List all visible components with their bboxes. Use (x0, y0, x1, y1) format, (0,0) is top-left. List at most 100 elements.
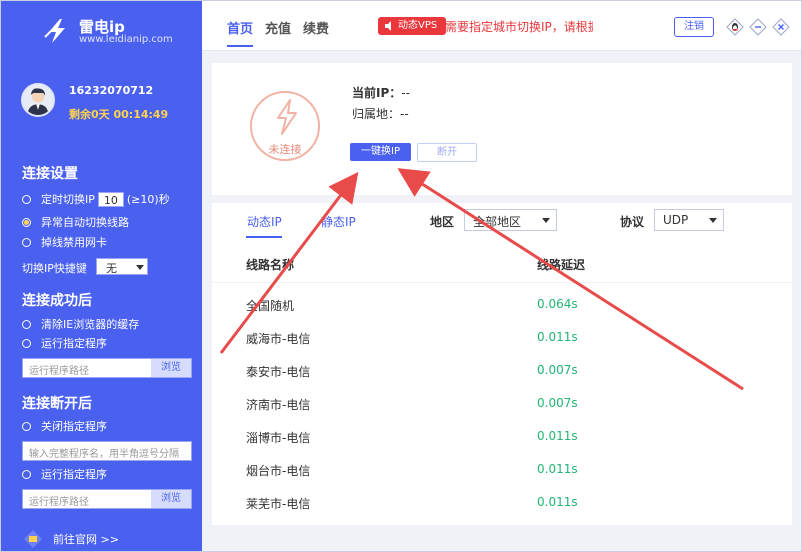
location-row: 归属地：-- (352, 105, 409, 122)
line-latency: 0.011s (537, 495, 578, 509)
program-path-field[interactable]: 运行程序路径 浏览 (22, 358, 192, 378)
line-latency: 0.011s (537, 330, 578, 344)
remaining-time: 剩余0天 00:14:49 (69, 108, 169, 121)
chevron-down-icon (136, 265, 144, 270)
close-program-label: 关闭指定程序 (41, 420, 107, 433)
list-item[interactable]: 淄博市-电信 0.011s (212, 420, 792, 453)
list-item[interactable]: 泰安市-电信 0.007s (212, 354, 792, 387)
region-label: 地区 (430, 215, 455, 229)
list-item[interactable]: 济南市-电信 0.007s (212, 387, 792, 420)
close-program-input[interactable]: 输入完整程序名，用半角逗号分隔 (22, 441, 192, 461)
current-ip-row: 当前IP：-- (352, 84, 410, 101)
line-latency: 0.064s (537, 297, 578, 311)
avatar[interactable] (21, 83, 55, 117)
vps-badge[interactable]: 动态VPS (378, 17, 446, 35)
line-name: 淄博市-电信 (246, 431, 311, 445)
line-latency: 0.011s (537, 429, 578, 443)
region-value: 全部地区 (473, 215, 522, 229)
close-program-option[interactable]: 关闭指定程序 (22, 418, 107, 434)
disable-nic-radio[interactable] (22, 237, 31, 247)
tab-dynamic-ip[interactable]: 动态IP (247, 213, 282, 230)
program-path-placeholder: 运行程序路径 (29, 366, 89, 377)
timed-switch-radio[interactable] (22, 194, 31, 204)
list-item[interactable]: 烟台市-电信 0.011s (212, 453, 792, 486)
timed-switch-prefix: 定时切换IP (41, 193, 95, 206)
status-label: 未连接 (268, 143, 302, 156)
protocol-label: 协议 (620, 215, 645, 229)
run-program-radio[interactable] (22, 338, 31, 348)
location-label: 归属地： (352, 107, 401, 121)
disconnect-button[interactable]: 断开 (417, 143, 477, 162)
tab-renew[interactable]: 续费 (303, 18, 329, 37)
header-latency: 线路延迟 (537, 258, 586, 272)
protocol-select[interactable]: UDP (654, 209, 724, 231)
line-name: 全国随机 (246, 299, 295, 313)
sidebar: 雷电ip www.leidianip.com 16232070712 剩余0天 … (1, 1, 202, 551)
auto-switch-radio[interactable] (22, 217, 31, 227)
vps-badge-label: 动态VPS (398, 20, 438, 31)
after-disconnect-title: 连接断开后 (22, 396, 92, 412)
minimize-icon[interactable] (749, 18, 767, 36)
active-list-tab-indicator (246, 236, 282, 238)
run-program-radio-2[interactable] (22, 469, 31, 479)
current-ip-label: 当前IP： (352, 86, 402, 100)
clear-cache-option[interactable]: 清除IE浏览器的缓存 (22, 316, 139, 332)
location-value: -- (400, 107, 409, 121)
user-avatar-icon (23, 85, 53, 115)
tab-static-ip[interactable]: 静态IP (321, 213, 356, 230)
run-program-option-2[interactable]: 运行指定程序 (22, 466, 107, 482)
user-card: 16232070712 剩余0天 00:14:49 (19, 81, 199, 125)
lightning-logo-icon (44, 19, 65, 43)
active-tab-indicator (227, 45, 253, 47)
line-name: 莱芜市-电信 (246, 497, 311, 511)
timed-switch-suffix: (≥10)秒 (126, 193, 170, 206)
tab-home[interactable]: 首页 (227, 18, 253, 37)
current-ip-value: -- (401, 86, 410, 100)
auto-switch-option[interactable]: 异常自动切换线路 (22, 214, 129, 230)
disable-nic-option[interactable]: 掉线禁用网卡 (22, 234, 107, 250)
browse-button[interactable]: 浏览 (151, 359, 191, 377)
hotkey-label: 切换IP快捷键 (22, 262, 87, 275)
close-program-radio[interactable] (22, 421, 31, 431)
clear-cache-label: 清除IE浏览器的缓存 (41, 318, 140, 331)
chevron-down-icon (709, 218, 717, 223)
clear-cache-radio[interactable] (22, 319, 31, 329)
line-name: 烟台市-电信 (246, 464, 311, 478)
app-url: www.leidianip.com (79, 34, 173, 45)
main-content: 未连接 当前IP：-- 归属地：-- 一键换IP 断开 动态IP 静态IP 地区… (202, 51, 801, 551)
connect-settings-title: 连接设置 (22, 166, 78, 182)
connection-status: 未连接 (250, 91, 320, 161)
header-line-name: 线路名称 (246, 258, 295, 272)
run-program-option[interactable]: 运行指定程序 (22, 335, 107, 351)
list-item[interactable]: 全国随机 0.064s (212, 288, 792, 321)
line-name: 济南市-电信 (246, 398, 311, 412)
list-item[interactable]: 威海市-电信 0.011s (212, 321, 792, 354)
region-select[interactable]: 全部地区 (464, 209, 557, 231)
qq-service-icon[interactable] (726, 18, 744, 36)
close-icon[interactable] (772, 18, 790, 36)
official-site-label: 前往官网 >> (53, 533, 119, 546)
line-name: 泰安市-电信 (246, 365, 311, 379)
lightning-icon (277, 99, 297, 135)
switch-ip-button[interactable]: 一键换IP (350, 143, 411, 161)
notice-text: 需要指定城市切换IP，请根据 (445, 20, 593, 34)
home-icon (24, 530, 42, 548)
status-panel: 未连接 当前IP：-- 归属地：-- 一键换IP 断开 (212, 63, 792, 195)
official-site-link[interactable]: 前往官网 >> (23, 529, 119, 549)
browse-button-2[interactable]: 浏览 (151, 490, 191, 508)
program-path-field-2[interactable]: 运行程序路径 浏览 (22, 489, 192, 509)
line-latency: 0.007s (537, 363, 578, 377)
after-connect-title: 连接成功后 (22, 293, 92, 309)
notice-marquee[interactable]: 需要指定城市切换IP，请根据 动态VPS (378, 15, 593, 37)
timed-switch-option[interactable]: 定时切换IP 10 (≥10)秒 (22, 191, 170, 207)
disable-nic-label: 掉线禁用网卡 (41, 236, 107, 249)
speaker-icon (385, 21, 391, 31)
timed-switch-input[interactable]: 10 (97, 191, 124, 207)
tab-recharge[interactable]: 充值 (265, 18, 291, 37)
line-name: 威海市-电信 (246, 332, 311, 346)
list-item[interactable]: 莱芜市-电信 0.011s (212, 486, 792, 519)
logout-button[interactable]: 注销 (674, 17, 714, 37)
chevron-down-icon (542, 218, 550, 223)
hotkey-select[interactable]: 无 (96, 258, 148, 275)
close-program-placeholder: 输入完整程序名，用半角逗号分隔 (29, 449, 179, 460)
